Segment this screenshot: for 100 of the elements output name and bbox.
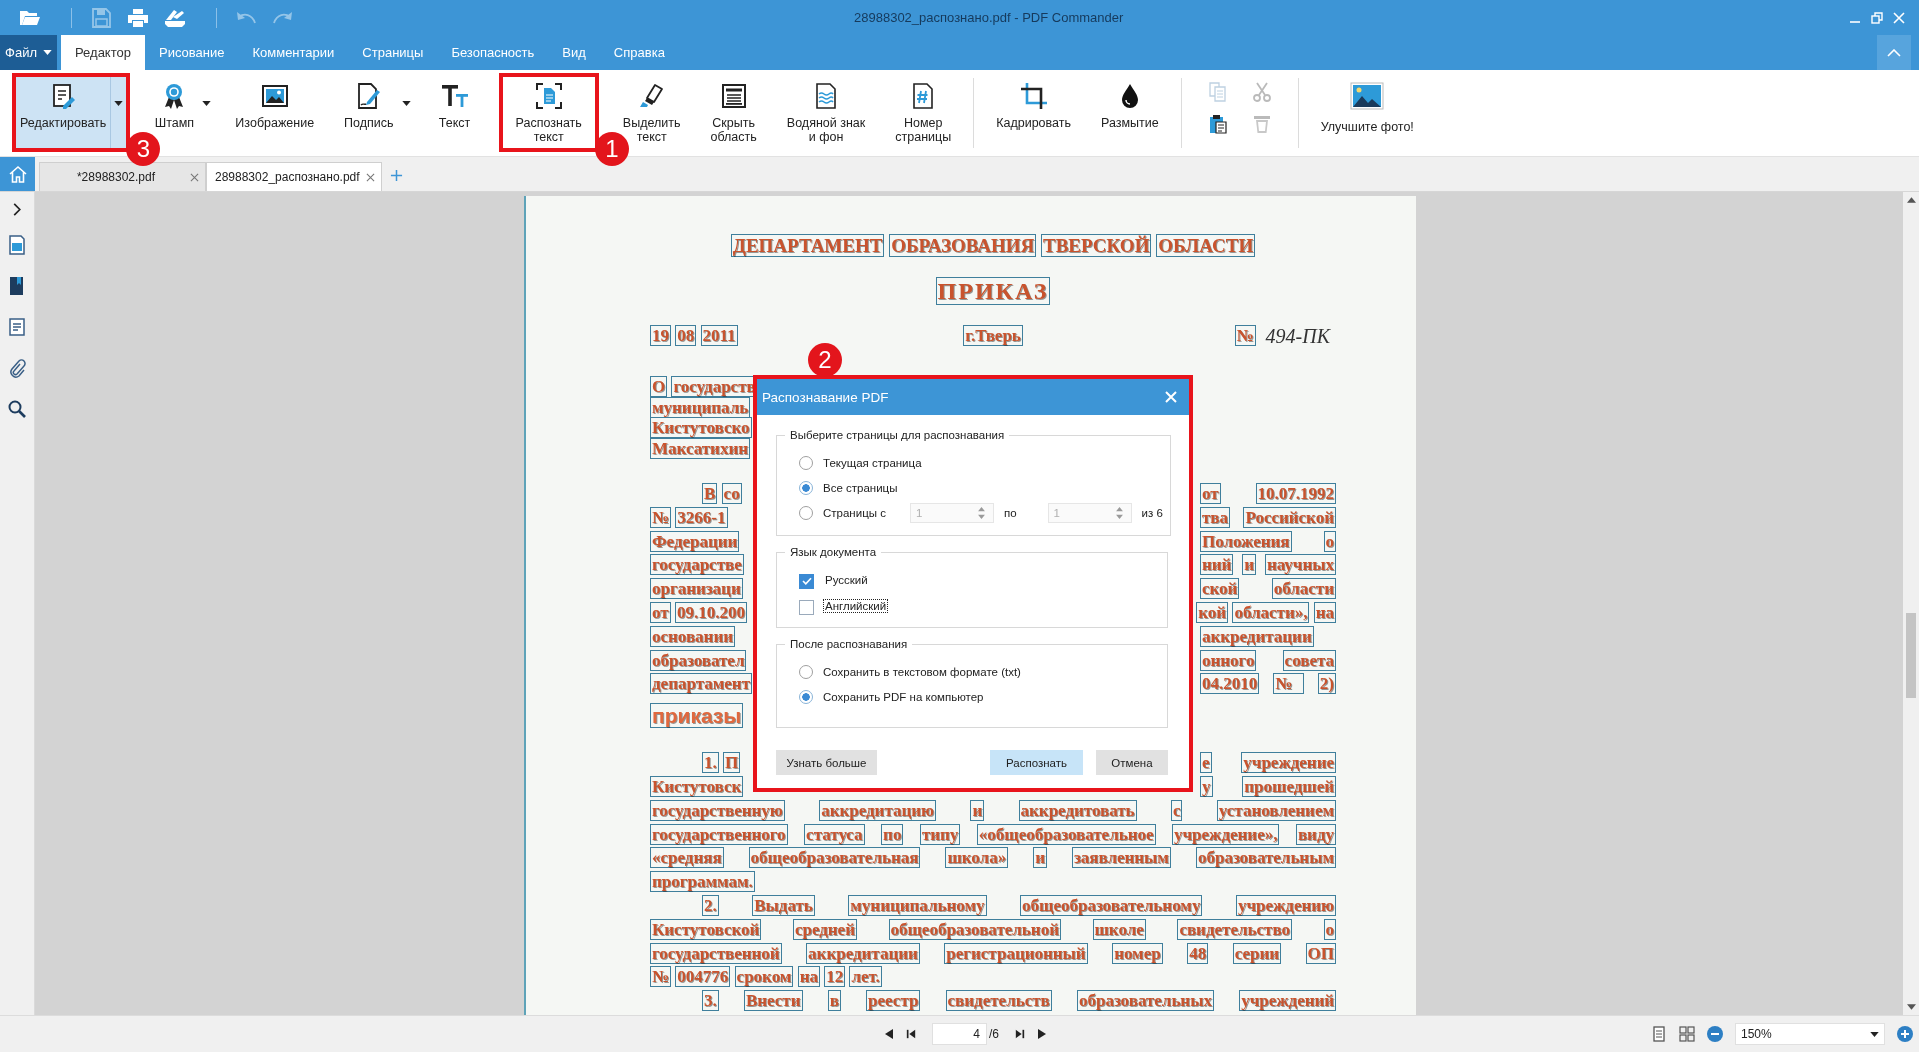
text-tool-icon <box>440 82 469 110</box>
document-tab[interactable]: 28988302_распознано.pdf <box>206 162 382 191</box>
group-title: Выберите страницы для распознавания <box>789 429 1006 441</box>
document-text: ний и научных <box>1200 553 1336 578</box>
down-arrow-icon[interactable] <box>1906 1004 1916 1010</box>
skip-start-icon[interactable] <box>906 1028 916 1040</box>
close-icon[interactable] <box>190 172 199 182</box>
group-title: Язык документа <box>789 546 878 558</box>
caret-icon[interactable] <box>401 101 411 106</box>
range-label: по <box>1003 506 1017 519</box>
radio-button[interactable] <box>799 480 813 495</box>
ribbon-tool-button[interactable]: Скрыть область <box>704 77 763 148</box>
ribbon-tool-button[interactable]: Водяной знак и фон <box>780 77 872 148</box>
document-text: от 09.10.200 <box>650 601 747 625</box>
striped-box-icon <box>719 82 748 110</box>
document-date: 19 08 2011 <box>650 324 739 348</box>
document-text: программам. <box>650 871 755 893</box>
radio-label[interactable]: Сохранить в текстовом формате (txt) <box>823 665 1021 678</box>
grid-view-icon[interactable] <box>1679 1026 1695 1042</box>
page-thumbnail-icon[interactable] <box>7 235 27 255</box>
paperclip-icon[interactable] <box>7 358 27 378</box>
radio-label[interactable]: Текущая страница <box>823 456 922 469</box>
ribbon-tool-button[interactable]: Размытие <box>1095 77 1165 148</box>
document-text: Кистутовск <box>650 774 744 799</box>
page-count: /6 <box>989 1027 999 1041</box>
caret-icon[interactable] <box>202 101 212 106</box>
checkbox[interactable] <box>799 599 814 615</box>
document-tab[interactable]: *28988302.pdf <box>39 162 206 191</box>
checkbox[interactable] <box>799 573 814 589</box>
plus-icon[interactable] <box>389 169 403 182</box>
caret-icon <box>114 101 124 106</box>
plus-circle-icon[interactable] <box>1897 1026 1913 1042</box>
document-text: 04.2010 № 2) <box>1200 672 1336 697</box>
scrollbar-thumb[interactable] <box>1906 613 1916 698</box>
ribbon-tool-button[interactable]: Изображение <box>229 77 321 148</box>
document-text: Положения о <box>1200 529 1336 554</box>
checkbox-label[interactable]: Русский <box>823 573 870 587</box>
document-text: Федерации <box>650 529 740 554</box>
printer-icon[interactable] <box>127 7 149 28</box>
minus-circle-icon[interactable] <box>1707 1026 1723 1042</box>
ribbon-tool-button[interactable]: Кадрировать <box>990 77 1077 148</box>
page-total: из 6 <box>1141 506 1163 519</box>
ribbon-tool-button[interactable]: Текст <box>428 77 481 148</box>
dropdown-button[interactable] <box>110 77 127 148</box>
document-text: от 10.07.1992 <box>1200 482 1336 506</box>
page-number-field[interactable]: 4 <box>932 1023 987 1045</box>
file-menu-button[interactable]: Файл <box>0 35 57 70</box>
ribbon-tool-button[interactable]: Улучшите фото! <box>1314 77 1420 148</box>
left-triangle-icon[interactable] <box>884 1028 894 1040</box>
dialog-button[interactable]: Распознать <box>990 750 1083 775</box>
note-icon[interactable] <box>7 317 27 337</box>
scanner-icon[interactable] <box>164 7 186 28</box>
marker-icon <box>637 82 666 110</box>
document-text: Кистутовской средней общеобразовательной школе свидетельство о <box>650 917 1336 942</box>
document-text: государстве <box>650 553 744 578</box>
radio-button[interactable] <box>799 505 813 520</box>
document-text: департамент <box>650 672 752 697</box>
single-page-view-icon[interactable] <box>1651 1026 1667 1042</box>
clipboard-icon[interactable] <box>1207 114 1228 134</box>
search-icon[interactable] <box>7 399 27 419</box>
caret-icon[interactable] <box>1870 1031 1879 1037</box>
checkmark-icon <box>801 577 812 585</box>
document-text: государственного статуса по типу «общеобразовательное учреждение», виду <box>650 822 1336 847</box>
radio-button[interactable] <box>799 689 813 704</box>
menu-tab[interactable]: Редактор <box>61 35 145 70</box>
document-text: «средняя общеобразовательная школа» и заявленным образовательным <box>650 846 1336 871</box>
document-text: у прошедшей <box>1200 774 1336 799</box>
document-text: образовател <box>650 648 747 673</box>
ribbon-tool-button[interactable]: Подпись <box>338 77 400 148</box>
ribbon-tool-button[interactable]: Распознать текст <box>502 77 595 148</box>
zoom-field[interactable]: 150% <box>1735 1023 1885 1045</box>
document-text: В со <box>702 482 742 506</box>
radio-label[interactable]: Страницы с <box>823 506 886 519</box>
radio-label[interactable]: Сохранить PDF на компьютер <box>823 690 984 703</box>
radio-label[interactable]: Все страницы <box>823 481 898 494</box>
dialog-button[interactable]: Узнать больше <box>776 750 877 775</box>
restore-icon[interactable] <box>1871 11 1883 24</box>
document-text: муниципаль <box>650 396 751 418</box>
document-text: основании <box>650 624 735 649</box>
document-heading: ДЕПАРТАМЕНТ ОБРАЗОВАНИЯ ТВЕРСКОЙ ОБЛАСТИ <box>729 234 1257 258</box>
up-arrow-icon[interactable] <box>1906 197 1916 203</box>
ribbon-tool-button[interactable]: Номер страницы <box>889 77 958 148</box>
document-text: ской области <box>1200 577 1336 601</box>
radio-button[interactable] <box>799 455 813 470</box>
document-text: 1. П <box>702 751 741 775</box>
step-badge: 3 <box>126 132 161 166</box>
home-button[interactable] <box>0 157 35 191</box>
collapse-ribbon-button[interactable] <box>1877 35 1911 70</box>
ribbon-tool-button[interactable]: Редактировать <box>16 77 111 148</box>
chevron-right-icon[interactable] <box>12 203 22 216</box>
group-title: После распознавания <box>789 638 909 650</box>
document-text: аккредитации <box>1200 624 1315 649</box>
radio-button[interactable] <box>799 664 813 679</box>
skip-end-icon[interactable] <box>1015 1028 1025 1040</box>
dialog-button[interactable]: Отмена <box>1096 750 1168 775</box>
close-icon[interactable] <box>365 172 375 182</box>
right-triangle-icon[interactable] <box>1037 1028 1047 1040</box>
document-text: кой области», на <box>1196 601 1336 625</box>
document-text: Максатихин <box>650 437 750 459</box>
checkbox-label[interactable]: Английский <box>823 599 889 613</box>
